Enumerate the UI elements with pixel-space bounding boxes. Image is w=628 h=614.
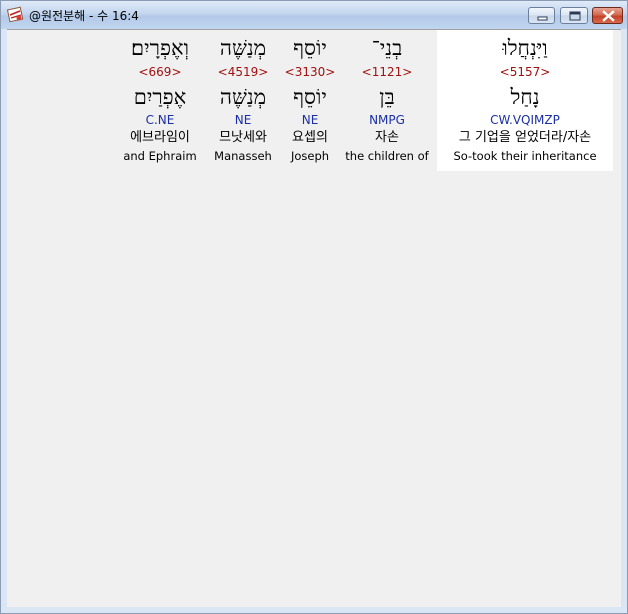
hebrew-word: בְנֵי־ <box>371 36 403 60</box>
korean-gloss: 요셉의 <box>292 130 328 145</box>
morphology-code[interactable]: C.NE <box>117 113 203 127</box>
strong-number[interactable]: <4519> <box>209 65 277 79</box>
hebrew-lemma: בֵּן <box>379 85 395 109</box>
hebrew-word: מְנַשֶּׁה <box>219 36 267 60</box>
analysis-panel: וַיִּנְחֲלוּ <5157> נָחַל CW.VQIMZP 그 기업… <box>7 29 621 607</box>
morphology-code[interactable]: CW.VQIMZP <box>437 113 613 127</box>
minimize-icon <box>537 16 548 21</box>
hebrew-lemma: מְנַשֶּׁה <box>219 85 267 109</box>
maximize-button[interactable] <box>560 7 588 24</box>
app-icon[interactable] <box>6 6 24 23</box>
hebrew-word: יוֹסֵף <box>293 36 327 60</box>
hebrew-lemma: יוֹסֵף <box>293 85 327 109</box>
english-gloss: So-took their inheritance <box>453 149 597 163</box>
english-gloss: Manasseh <box>214 149 272 163</box>
morphology-code[interactable]: NMPG <box>343 113 431 127</box>
title-bar[interactable]: @원전분해 - 수 16:4 <box>1 1 627 29</box>
close-button[interactable] <box>592 7 623 24</box>
word-column[interactable]: בְנֵי־ <1121> בֵּן NMPG 자손 the children … <box>343 30 431 171</box>
app-window: @원전분해 - 수 16:4 וַיִּנְחֲלוּ <5157> נָחַל… <box>0 0 628 614</box>
hebrew-word: וְאֶפְרָיִם׃ <box>131 36 189 60</box>
close-icon <box>602 10 615 22</box>
korean-gloss: 므낫세와 <box>219 130 267 145</box>
minimize-button[interactable] <box>528 7 555 24</box>
hebrew-word: וַיִּנְחֲלוּ <box>502 36 548 60</box>
english-gloss: the children of <box>345 149 429 163</box>
morphology-code[interactable]: NE <box>283 113 337 127</box>
english-gloss: and Ephraim <box>123 149 197 163</box>
word-column[interactable]: יוֹסֵף <3130> יוֹסֵף NE 요셉의 Joseph <box>283 30 337 171</box>
strong-number[interactable]: <5157> <box>437 65 613 79</box>
maximize-icon <box>569 11 581 21</box>
korean-gloss: 자손 <box>375 130 399 145</box>
strong-number[interactable]: <1121> <box>343 65 431 79</box>
hebrew-lemma: אֶפְרַיִם <box>133 85 187 109</box>
window-title: @원전분해 - 수 16:4 <box>29 9 139 23</box>
morphology-code[interactable]: NE <box>209 113 277 127</box>
word-column[interactable]: וַיִּנְחֲלוּ <5157> נָחַל CW.VQIMZP 그 기업… <box>437 30 613 171</box>
korean-gloss: 그 기업을 얻었더라/자손 <box>458 130 592 145</box>
strong-number[interactable]: <669> <box>117 65 203 79</box>
word-column[interactable]: וְאֶפְרָיִם׃ <669> אֶפְרַיִם C.NE 에브라임이 … <box>117 30 203 171</box>
word-column[interactable]: מְנַשֶּׁה <4519> מְנַשֶּׁה NE 므낫세와 Manas… <box>209 30 277 171</box>
korean-gloss: 에브라임이 <box>130 130 190 145</box>
strong-number[interactable]: <3130> <box>283 65 337 79</box>
hebrew-lemma: נָחַל <box>510 85 540 109</box>
english-gloss: Joseph <box>290 149 330 163</box>
